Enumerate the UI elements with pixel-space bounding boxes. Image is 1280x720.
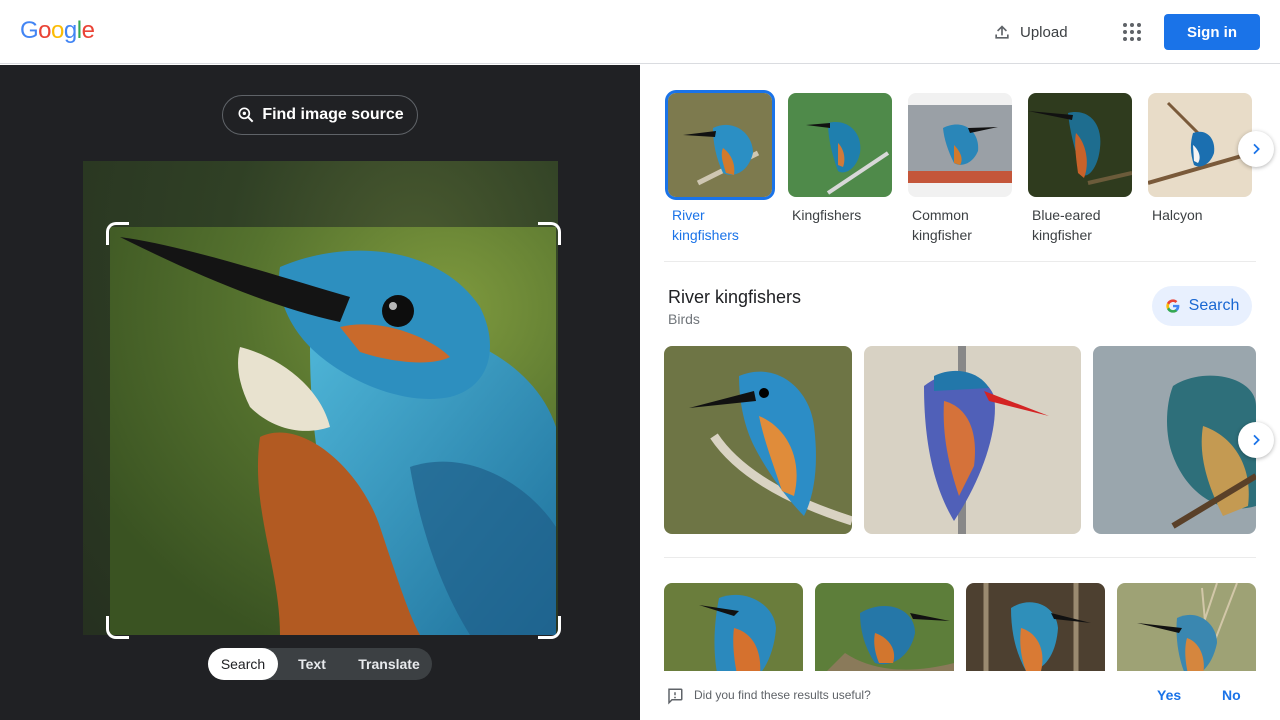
mode-text-tab[interactable]: Text (278, 648, 346, 680)
section-divider (664, 557, 1256, 558)
lens-mode-switcher: Search Text Translate (208, 648, 432, 680)
logo-letter: o (51, 17, 64, 44)
find-image-source-button[interactable]: Find image source (222, 95, 418, 135)
visual-match-image[interactable] (1117, 583, 1256, 683)
sign-in-button[interactable]: Sign in (1164, 14, 1260, 50)
related-chip[interactable]: Common kingfisher (908, 93, 1012, 245)
feedback-question: Did you find these results useful? (694, 688, 871, 702)
related-chip-thumbnail (668, 93, 772, 197)
feedback-bar: Did you find these results useful? Yes N… (640, 671, 1280, 720)
related-chip-label: Kingfishers (792, 207, 862, 223)
selected-image-region[interactable] (110, 227, 556, 635)
logo-letter: e (81, 17, 95, 44)
find-image-source-label: Find image source (262, 106, 404, 123)
result-group-title: River kingfishers (668, 287, 802, 307)
kingfisher-photo (110, 227, 556, 635)
lens-search-icon (238, 107, 254, 123)
related-chip[interactable]: River kingfishers (668, 93, 772, 245)
related-chip-thumbnail (1028, 93, 1132, 197)
section-divider (664, 261, 1256, 262)
result-group-subtitle: Birds (668, 311, 700, 327)
logo-letter: g (63, 17, 77, 44)
crop-handle-bottom-left[interactable] (106, 616, 129, 639)
feedback-yes-button[interactable]: Yes (1157, 687, 1181, 703)
visual-match-image[interactable] (664, 583, 803, 683)
mode-translate-tab[interactable]: Translate (346, 648, 432, 680)
logo-letter: o (38, 17, 52, 44)
google-search-label: Search (1188, 297, 1240, 314)
google-search-button[interactable]: Search (1152, 286, 1252, 326)
related-chip[interactable]: Halcyon (1148, 93, 1252, 225)
mode-search-tab[interactable]: Search (208, 648, 278, 680)
crop-handle-top-right[interactable] (538, 222, 561, 245)
visual-match-image[interactable] (815, 583, 954, 683)
results-next-button[interactable] (1238, 422, 1274, 458)
upload-label: Upload (1020, 23, 1068, 41)
logo-letter: G (20, 17, 39, 44)
related-chip-thumbnail (908, 93, 1012, 197)
chevron-right-icon (1253, 143, 1260, 155)
related-next-button[interactable] (1238, 131, 1274, 167)
lens-image-panel: Find image source Search Text Translate (0, 65, 640, 720)
visual-match-image[interactable] (664, 346, 852, 534)
related-chip-label: Common kingfisher (912, 207, 972, 243)
chevron-right-icon (1253, 434, 1260, 446)
visual-match-image[interactable] (1093, 346, 1256, 534)
related-chip-thumbnail (788, 93, 892, 197)
google-g-icon (1165, 299, 1180, 313)
top-bar: Google Upload Sign in (0, 0, 1280, 64)
related-chip[interactable]: Blue-eared kingfisher (1028, 93, 1132, 245)
upload-icon (995, 25, 1009, 39)
related-chip-thumbnail (1148, 93, 1252, 197)
crop-handle-bottom-right[interactable] (538, 616, 561, 639)
related-chip[interactable]: Kingfishers (788, 93, 892, 225)
apps-grid-icon[interactable] (1120, 20, 1144, 44)
related-chip-label: Halcyon (1152, 207, 1203, 223)
feedback-no-button[interactable]: No (1222, 687, 1241, 703)
visual-match-image[interactable] (966, 583, 1105, 683)
google-logo[interactable]: Google (20, 17, 95, 45)
upload-button[interactable]: Upload (992, 20, 1068, 44)
related-chip-label: Blue-eared kingfisher (1032, 207, 1101, 243)
feedback-icon (668, 688, 683, 705)
results-panel: River kingfishers Kingfishers Common kin… (640, 65, 1280, 720)
related-chip-label: River kingfishers (672, 207, 739, 243)
visual-match-image[interactable] (864, 346, 1081, 534)
crop-handle-top-left[interactable] (106, 222, 129, 245)
